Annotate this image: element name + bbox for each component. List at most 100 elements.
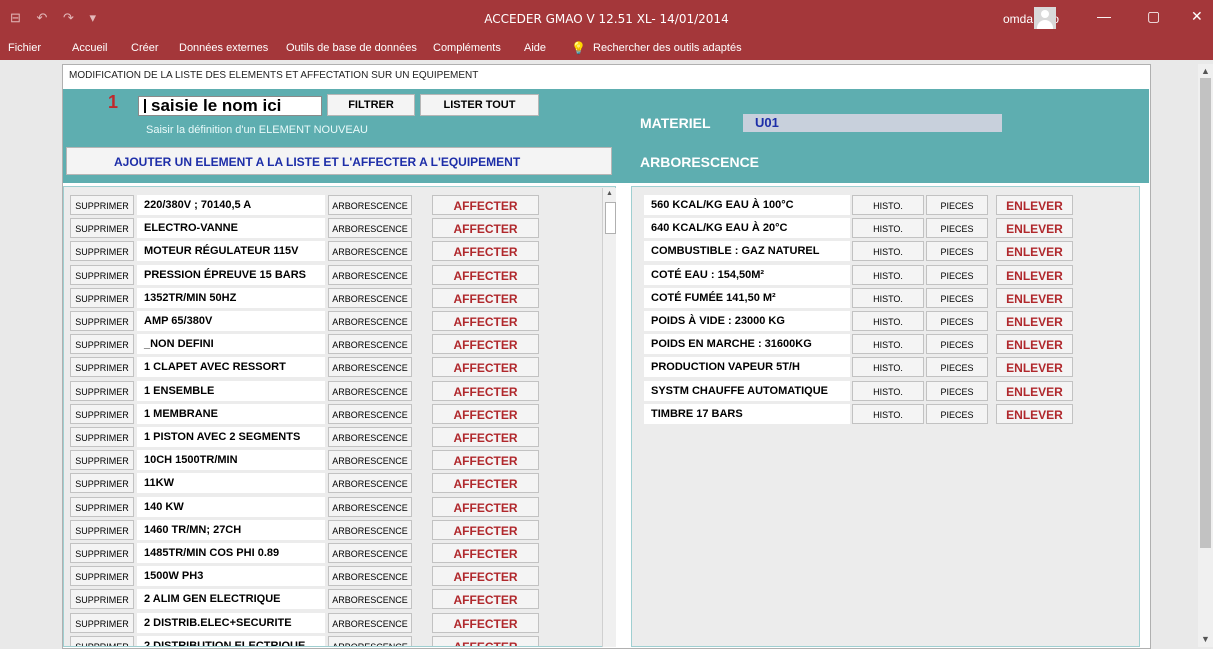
pieces-button[interactable]: PIECES — [926, 380, 988, 401]
delete-button[interactable]: SUPPRIMER — [70, 403, 134, 424]
pieces-button[interactable]: PIECES — [926, 218, 988, 239]
arborescence-button[interactable]: ARBORESCENCE — [328, 311, 412, 331]
delete-button[interactable]: SUPPRIMER — [70, 612, 134, 633]
pieces-button[interactable]: PIECES — [926, 195, 988, 215]
histo-button[interactable]: HISTO. — [852, 264, 924, 285]
assign-button[interactable]: AFFECTER — [432, 241, 539, 262]
delete-button[interactable]: SUPPRIMER — [70, 264, 134, 285]
assign-button[interactable]: AFFECTER — [432, 543, 539, 563]
remove-button[interactable]: ENLEVER — [996, 357, 1073, 378]
remove-button[interactable]: ENLEVER — [996, 195, 1073, 215]
menu-donnees-externes[interactable]: Données externes — [179, 42, 268, 54]
remove-button[interactable]: ENLEVER — [996, 334, 1073, 355]
histo-button[interactable]: HISTO. — [852, 334, 924, 355]
arborescence-button[interactable]: ARBORESCENCE — [328, 357, 412, 378]
assign-button[interactable]: AFFECTER — [432, 496, 539, 517]
delete-button[interactable]: SUPPRIMER — [70, 496, 134, 517]
delete-button[interactable]: SUPPRIMER — [70, 635, 134, 646]
remove-button[interactable]: ENLEVER — [996, 287, 1073, 308]
delete-button[interactable]: SUPPRIMER — [70, 380, 134, 401]
arborescence-button[interactable]: ARBORESCENCE — [328, 334, 412, 355]
delete-button[interactable]: SUPPRIMER — [70, 589, 134, 610]
assign-button[interactable]: AFFECTER — [432, 612, 539, 633]
scroll-up-icon[interactable]: ▲ — [1201, 66, 1210, 76]
arborescence-button[interactable]: ARBORESCENCE — [328, 427, 412, 447]
assign-button[interactable]: AFFECTER — [432, 519, 539, 540]
assign-button[interactable]: AFFECTER — [432, 218, 539, 239]
arborescence-button[interactable]: ARBORESCENCE — [328, 218, 412, 239]
remove-button[interactable]: ENLEVER — [996, 403, 1073, 424]
arborescence-button[interactable]: ARBORESCENCE — [328, 496, 412, 517]
delete-button[interactable]: SUPPRIMER — [70, 218, 134, 239]
arborescence-button[interactable]: ARBORESCENCE — [328, 195, 412, 215]
arborescence-button[interactable]: ARBORESCENCE — [328, 241, 412, 262]
pieces-button[interactable]: PIECES — [926, 357, 988, 378]
menu-complements[interactable]: Compléments — [433, 42, 501, 54]
window-scroll-thumb[interactable] — [1200, 78, 1211, 548]
remove-button[interactable]: ENLEVER — [996, 264, 1073, 285]
menu-outils-bd[interactable]: Outils de base de données — [286, 42, 417, 54]
pieces-button[interactable]: PIECES — [926, 287, 988, 308]
delete-button[interactable]: SUPPRIMER — [70, 473, 134, 494]
menu-creer[interactable]: Créer — [131, 42, 159, 54]
arborescence-button[interactable]: ARBORESCENCE — [328, 519, 412, 540]
assign-button[interactable]: AFFECTER — [432, 635, 539, 646]
assign-button[interactable]: AFFECTER — [432, 589, 539, 610]
delete-button[interactable]: SUPPRIMER — [70, 287, 134, 308]
assign-button[interactable]: AFFECTER — [432, 566, 539, 587]
assign-button[interactable]: AFFECTER — [432, 195, 539, 215]
restore-button[interactable]: ▢ — [1147, 8, 1160, 25]
list-all-button[interactable]: LISTER TOUT — [420, 94, 539, 116]
pieces-button[interactable]: PIECES — [926, 264, 988, 285]
arborescence-button[interactable]: ARBORESCENCE — [328, 589, 412, 610]
assign-button[interactable]: AFFECTER — [432, 403, 539, 424]
window-scrollbar[interactable]: ▲ ▼ — [1198, 64, 1213, 647]
arborescence-button[interactable]: ARBORESCENCE — [328, 635, 412, 646]
pieces-button[interactable]: PIECES — [926, 311, 988, 331]
histo-button[interactable]: HISTO. — [852, 380, 924, 401]
scroll-up-icon[interactable]: ▲ — [606, 190, 613, 197]
delete-button[interactable]: SUPPRIMER — [70, 241, 134, 262]
assign-button[interactable]: AFFECTER — [432, 264, 539, 285]
delete-button[interactable]: SUPPRIMER — [70, 427, 134, 447]
remove-button[interactable]: ENLEVER — [996, 380, 1073, 401]
close-button[interactable]: ✕ — [1191, 8, 1203, 25]
arborescence-button[interactable]: ARBORESCENCE — [328, 543, 412, 563]
search-input[interactable]: saisie le nom ici — [138, 96, 322, 116]
menu-accueil[interactable]: Accueil — [72, 42, 107, 54]
minimize-button[interactable]: — — [1097, 8, 1111, 24]
histo-button[interactable]: HISTO. — [852, 311, 924, 331]
filter-button[interactable]: FILTRER — [327, 94, 415, 116]
assign-button[interactable]: AFFECTER — [432, 380, 539, 401]
delete-button[interactable]: SUPPRIMER — [70, 334, 134, 355]
delete-button[interactable]: SUPPRIMER — [70, 543, 134, 563]
assign-button[interactable]: AFFECTER — [432, 334, 539, 355]
assign-button[interactable]: AFFECTER — [432, 311, 539, 331]
arborescence-button[interactable]: ARBORESCENCE — [328, 287, 412, 308]
scroll-thumb[interactable] — [605, 202, 616, 234]
avatar[interactable] — [1034, 7, 1056, 29]
delete-button[interactable]: SUPPRIMER — [70, 450, 134, 471]
menu-fichier[interactable]: Fichier — [8, 42, 41, 54]
delete-button[interactable]: SUPPRIMER — [70, 311, 134, 331]
scroll-down-icon[interactable]: ▼ — [1201, 634, 1210, 644]
remove-button[interactable]: ENLEVER — [996, 218, 1073, 239]
arborescence-button[interactable]: ARBORESCENCE — [328, 380, 412, 401]
histo-button[interactable]: HISTO. — [852, 403, 924, 424]
histo-button[interactable]: HISTO. — [852, 357, 924, 378]
delete-button[interactable]: SUPPRIMER — [70, 519, 134, 540]
delete-button[interactable]: SUPPRIMER — [70, 195, 134, 215]
assign-button[interactable]: AFFECTER — [432, 357, 539, 378]
histo-button[interactable]: HISTO. — [852, 218, 924, 239]
add-element-button[interactable]: AJOUTER UN ELEMENT A LA LISTE ET L'AFFEC… — [66, 147, 612, 175]
remove-button[interactable]: ENLEVER — [996, 241, 1073, 262]
element-list-scrollbar[interactable]: ▲ — [602, 188, 616, 647]
remove-button[interactable]: ENLEVER — [996, 311, 1073, 331]
histo-button[interactable]: HISTO. — [852, 287, 924, 308]
assign-button[interactable]: AFFECTER — [432, 287, 539, 308]
arborescence-button[interactable]: ARBORESCENCE — [328, 450, 412, 471]
histo-button[interactable]: HISTO. — [852, 241, 924, 262]
menu-search-tools[interactable]: Rechercher des outils adaptés — [593, 42, 742, 54]
pieces-button[interactable]: PIECES — [926, 334, 988, 355]
arborescence-button[interactable]: ARBORESCENCE — [328, 264, 412, 285]
